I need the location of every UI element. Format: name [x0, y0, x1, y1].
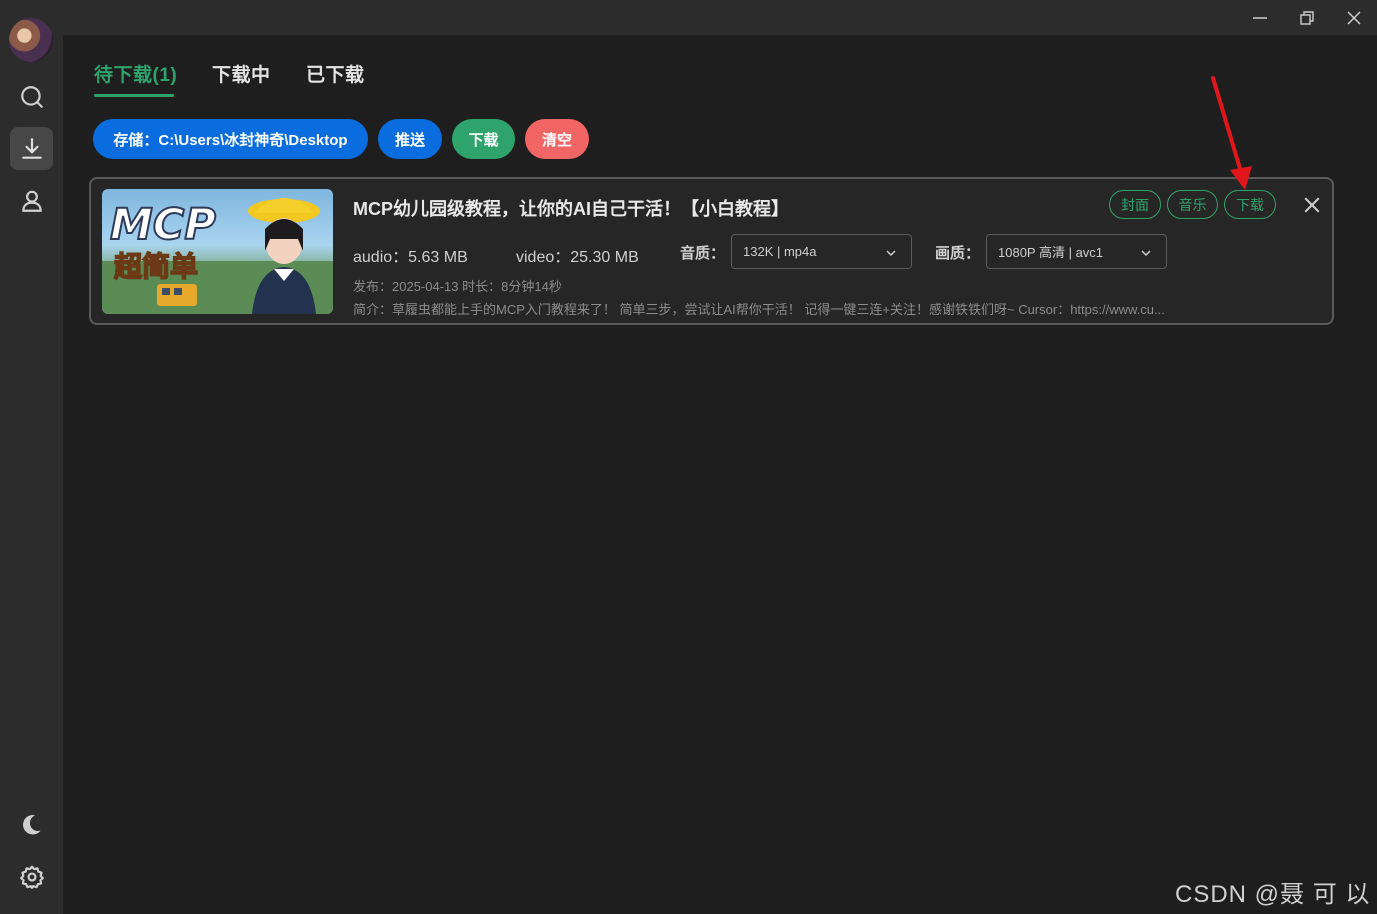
- thumbnail-art: MCP 超简单: [102, 198, 333, 314]
- avatar[interactable]: [9, 18, 53, 62]
- remove-item-icon[interactable]: [1303, 196, 1321, 214]
- video-quality-select[interactable]: 1080P 高清 | avc1: [986, 234, 1167, 269]
- clear-button[interactable]: 清空: [525, 119, 589, 159]
- download-item-card: MCP 超简单 MCP幼儿园级教程，让你的AI自己干活！【小白教程】 封面 音乐…: [89, 177, 1334, 325]
- thumbnail-text-simple: 超简单: [114, 250, 198, 283]
- item-title: MCP幼儿园级教程，让你的AI自己干活！【小白教程】: [353, 199, 789, 219]
- tab-downloading[interactable]: 下载中: [212, 60, 271, 87]
- chevron-down-icon: [886, 250, 896, 257]
- video-thumbnail[interactable]: MCP 超简单: [102, 189, 333, 314]
- minimize-icon: [1253, 17, 1267, 19]
- video-quality-value: 1080P 高清 | avc1: [998, 245, 1104, 260]
- video-size: video：25.30 MB: [516, 249, 639, 266]
- gear-icon: [19, 865, 44, 889]
- nav-download[interactable]: [10, 127, 53, 170]
- audio-quality-value: 132K | mp4a: [743, 244, 817, 259]
- audio-quality-label: 音质：: [680, 245, 726, 262]
- item-description: 简介：草履虫都能上手的MCP入门教程来了！ 简单三步，尝试让AI帮你干活！ 记得…: [353, 302, 1165, 317]
- search-icon: [20, 85, 43, 108]
- tab-pending[interactable]: 待下载(1): [94, 60, 177, 87]
- sidebar: [0, 0, 63, 914]
- restore-icon: [1300, 11, 1314, 25]
- tab-downloaded[interactable]: 已下载: [306, 60, 365, 87]
- download-all-button[interactable]: 下载: [452, 119, 515, 159]
- music-button[interactable]: 音乐: [1167, 190, 1218, 219]
- watermark: CSDN @聂 可 以: [1175, 881, 1371, 908]
- theme-toggle[interactable]: [10, 802, 53, 845]
- cover-button[interactable]: 封面: [1109, 190, 1161, 219]
- chevron-down-icon: [1141, 250, 1151, 257]
- download-item-button[interactable]: 下载: [1224, 190, 1276, 219]
- restore-button[interactable]: [1295, 6, 1319, 30]
- settings-button[interactable]: [10, 855, 53, 898]
- push-button[interactable]: 推送: [378, 119, 442, 159]
- storage-path-button[interactable]: 存储：C:\Users\冰封神奇\Desktop: [93, 119, 368, 159]
- audio-quality-select[interactable]: 132K | mp4a: [731, 234, 912, 269]
- video-quality-label: 画质：: [935, 245, 981, 262]
- publish-info: 发布：2025-04-13 时长：8分钟14秒: [353, 279, 562, 294]
- close-icon: [1347, 11, 1361, 25]
- title-bar: [63, 0, 1377, 35]
- user-icon: [21, 190, 42, 212]
- minimize-button[interactable]: [1248, 6, 1272, 30]
- moon-icon: [22, 814, 41, 835]
- active-tab-indicator: [94, 94, 174, 97]
- close-window-button[interactable]: [1342, 6, 1366, 30]
- nav-search[interactable]: [10, 75, 53, 118]
- download-icon: [21, 137, 42, 159]
- nav-user[interactable]: [10, 179, 53, 222]
- thumbnail-text-mcp: MCP: [110, 200, 216, 250]
- audio-size: audio：5.63 MB: [353, 249, 468, 266]
- annotation-arrow: [1211, 76, 1252, 190]
